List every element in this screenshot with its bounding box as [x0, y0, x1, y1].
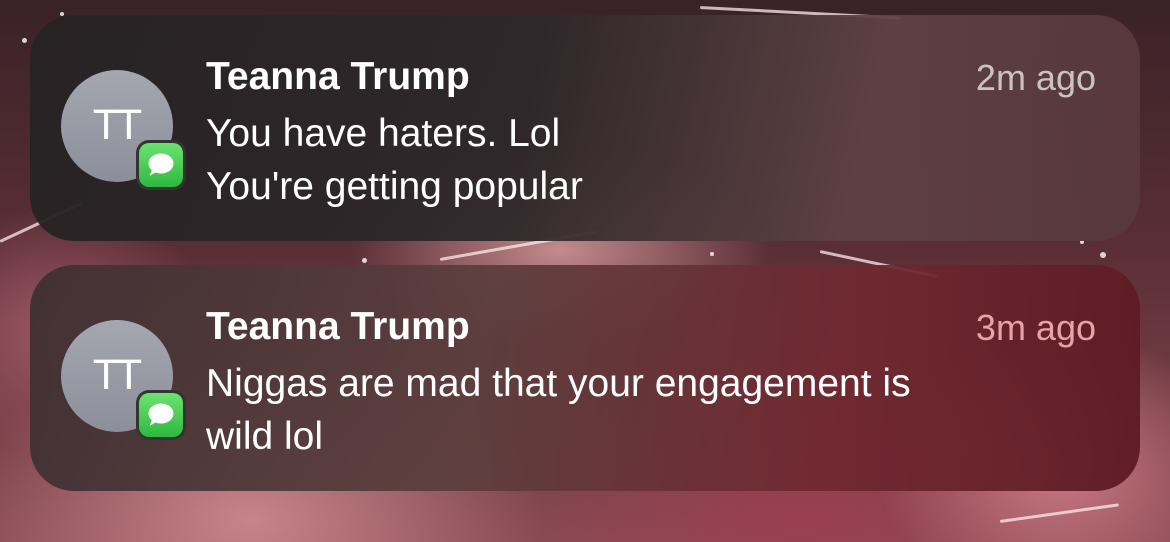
messages-icon: [136, 140, 186, 190]
notification-time: 3m ago: [975, 307, 1096, 348]
message-line: Niggas are mad that your engagement is: [206, 362, 911, 405]
notification-time: 2m ago: [975, 57, 1096, 98]
message-line: wild lol: [206, 415, 324, 458]
message-preview: You have haters. Lol You're getting popu…: [206, 107, 1086, 213]
message-preview: Niggas are mad that your engagement is w…: [206, 357, 1086, 463]
sender-name: Teanna Trump: [206, 305, 470, 348]
message-line: You have haters. Lol: [206, 112, 561, 155]
messages-icon: [136, 390, 186, 440]
notification-card[interactable]: TT Teanna Trump 2m ago You have haters. …: [30, 15, 1140, 241]
sender-name: Teanna Trump: [206, 55, 470, 98]
avatar-initials: TT: [93, 103, 141, 149]
message-line: You're getting popular: [206, 165, 583, 208]
notification-card[interactable]: TT Teanna Trump 3m ago Niggas are mad th…: [30, 265, 1140, 491]
avatar-initials: TT: [93, 353, 141, 399]
